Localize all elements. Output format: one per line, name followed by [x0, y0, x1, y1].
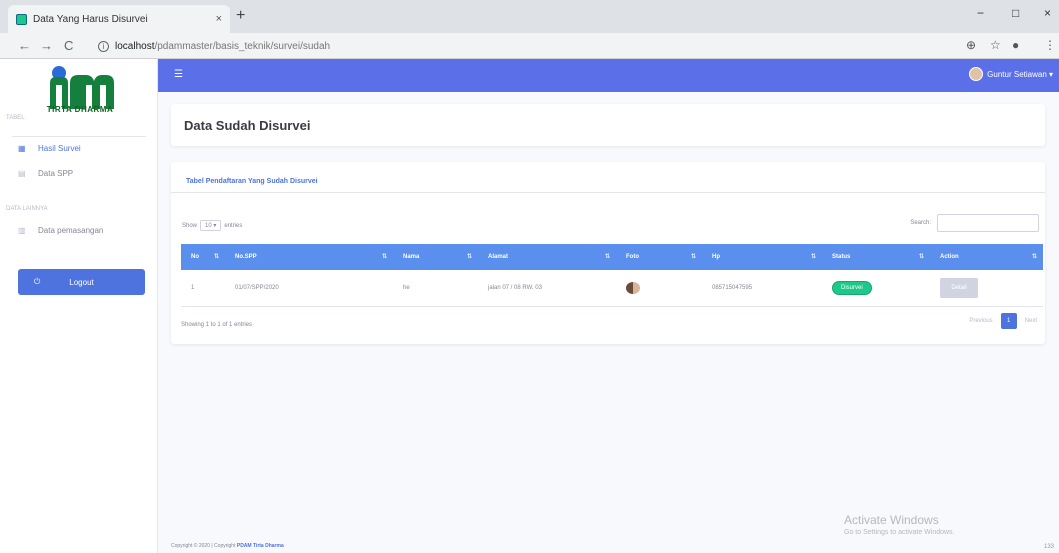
page-title: Data Sudah Disurvei [184, 118, 311, 133]
footer: Copyright © 2020 | Copyright PDAM Tirta … [171, 543, 284, 549]
tab-title: Data Yang Harus Disurvei [33, 13, 148, 25]
data-table: No ⇅ No.SPP ⇅ Nama ⇅ Alamat ⇅ Foto ⇅ Hp ⇅ Stat… [181, 244, 1043, 307]
sidebar: TIRTA DHARMA tabel ▦ Hasil Survei ▤ Data… [0, 59, 158, 553]
cell-nospp: 01/07/SPP/2020 [235, 284, 279, 291]
search-input[interactable] [937, 214, 1039, 232]
cell-no: 1 [191, 284, 195, 291]
window-close-icon[interactable]: × [1044, 6, 1051, 20]
logout-button[interactable]: ⏻ Logout [18, 269, 145, 295]
col-header-foto[interactable]: Foto ⇅ [616, 244, 702, 270]
cell-action: Detail [930, 270, 1043, 306]
table-card: Tabel Pendaftaran Yang Sudah Disurvei Sh… [171, 162, 1045, 344]
menu-icon[interactable]: ⋮ [1044, 38, 1056, 52]
card-heading: Tabel Pendaftaran Yang Sudah Disurvei [186, 178, 318, 185]
url-host: localhost [115, 40, 155, 52]
topbar: ☰ Guntur Setiawan ▾ [158, 59, 1059, 92]
entries-select[interactable]: 10 ▾ [200, 220, 222, 231]
col-header-no[interactable]: No ⇅ [181, 244, 225, 270]
zoom-icon[interactable]: ⊕ [966, 38, 976, 52]
cell-hp: 085715047595 [712, 284, 753, 291]
cell-nama: he [403, 284, 410, 291]
col-header-hp[interactable]: Hp ⇅ [702, 244, 822, 270]
sidebar-item-hasil-survei[interactable]: ▦ Hasil Survei [18, 144, 81, 153]
sidebar-toggle-icon[interactable]: ☰ [174, 69, 183, 80]
reload-icon[interactable]: C [64, 38, 73, 53]
browser-tabbar: Data Yang Harus Disurvei × + − □ × [0, 0, 1059, 33]
footer-brand: PDAM Tirta Dharma [236, 543, 284, 549]
previous-button[interactable]: Previous [969, 318, 992, 324]
cell-status: Disurvei [822, 270, 930, 306]
avatar [969, 67, 984, 81]
table-info: Showing 1 to 1 of 1 entries [181, 322, 253, 328]
logout-icon: ⏻ [34, 277, 41, 286]
sidebar-divider [12, 136, 146, 137]
sidebar-item-data-spp[interactable]: ▤ Data SPP [18, 169, 73, 178]
card-divider [171, 192, 1045, 193]
favicon-icon [16, 13, 27, 25]
cell-alamat: jalan 07 / 08 RW. 03 [488, 284, 542, 291]
activate-windows-watermark: Activate Windows Go to Settings to activ… [844, 513, 955, 536]
page-title-card: Data Sudah Disurvei [171, 104, 1045, 146]
sidebar-item-data-pemasangan[interactable]: ▥ Data pemasangan [18, 226, 103, 235]
watermark-title: Activate Windows [844, 513, 939, 527]
logout-label: Logout [69, 277, 94, 287]
cell-foto [616, 270, 702, 306]
user-name: Guntur Setiawan ▾ [987, 69, 1053, 79]
col-header-status[interactable]: Status ⇅ [822, 244, 930, 270]
col-header-nospp[interactable]: No.SPP ⇅ [225, 244, 393, 270]
table-row: 1 01/07/SPP/2020 he jalan 07 / 08 RW. 03… [181, 270, 1043, 306]
footer-text: Copyright © 2020 | Copyright [171, 543, 236, 549]
table-search: Search: [910, 214, 1039, 232]
watermark-subtitle: Go to Settings to activate Windows. [844, 529, 955, 536]
new-tab-button[interactable]: + [236, 7, 245, 25]
entries-label: entries [224, 222, 243, 229]
show-label: Show [182, 222, 198, 229]
table-icon: ▦ [18, 144, 26, 153]
search-label: Search: [910, 220, 931, 226]
sidebar-item-label: Data pemasangan [38, 226, 104, 235]
bookmark-star-icon[interactable]: ☆ [990, 38, 1001, 52]
brand-name: TIRTA DHARMA [46, 105, 114, 114]
col-header-alamat[interactable]: Alamat ⇅ [478, 244, 616, 270]
sidebar-item-label: Data SPP [38, 169, 74, 178]
table-header-row: No ⇅ No.SPP ⇅ Nama ⇅ Alamat ⇅ Foto ⇅ Hp ⇅ Stat… [181, 244, 1043, 270]
status-badge: Disurvei [832, 280, 872, 295]
minimize-icon[interactable]: − [977, 6, 984, 20]
corner-number: 133 [1044, 544, 1055, 550]
forward-icon[interactable]: → [40, 38, 53, 53]
col-header-nama[interactable]: Nama ⇅ [393, 244, 478, 270]
account-icon[interactable]: ● [1012, 38, 1019, 52]
maximize-icon[interactable]: □ [1012, 6, 1019, 20]
page-button-1[interactable]: 1 [1000, 313, 1017, 329]
url-field[interactable]: i localhost /pdammaster/basis_teknik/sur… [98, 37, 938, 55]
photo-thumbnail[interactable] [626, 281, 640, 294]
info-icon[interactable]: i [98, 40, 109, 52]
next-button[interactable]: Next [1025, 318, 1037, 324]
url-path: /pdammaster/basis_teknik/survei/sudah [154, 40, 331, 52]
sidebar-item-label: Hasil Survei [38, 144, 81, 153]
address-bar: ← → C i localhost /pdammaster/basis_tekn… [0, 33, 1059, 59]
browser-tab[interactable]: Data Yang Harus Disurvei × [8, 5, 230, 33]
back-icon[interactable]: ← [18, 38, 31, 53]
sidebar-heading-tabel: tabel [6, 115, 25, 121]
sidebar-heading-data-lainnya: data lainnya [6, 206, 48, 212]
tab-close-icon[interactable]: × [216, 13, 222, 25]
pagination: Previous 1 Next [969, 313, 1037, 329]
user-dropdown[interactable]: Guntur Setiawan ▾ [969, 67, 1053, 81]
entries-length: Show 10 ▾ entries [182, 220, 242, 231]
col-header-action[interactable]: Action ⇅ [930, 244, 1043, 270]
file-icon: ▤ [18, 169, 26, 178]
list-icon: ▥ [18, 226, 26, 235]
detail-button[interactable]: Detail [940, 277, 978, 298]
